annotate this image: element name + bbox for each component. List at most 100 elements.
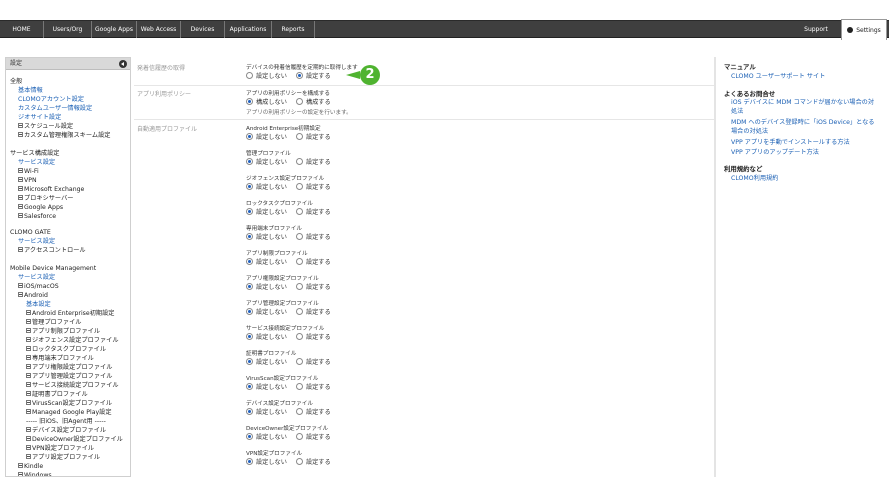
expand-toggle-icon[interactable] xyxy=(26,454,31,459)
expand-toggle-icon[interactable] xyxy=(26,400,31,405)
expand-toggle-icon[interactable] xyxy=(26,319,31,324)
expand-toggle-icon[interactable] xyxy=(18,292,23,297)
sidebar-item[interactable]: サービス設定 xyxy=(18,274,55,282)
expand-toggle-icon[interactable] xyxy=(26,355,31,360)
profile-radio-off[interactable] xyxy=(246,183,253,190)
sidebar-item[interactable]: カスタム管理権限スキーム設定 xyxy=(18,132,110,140)
sidebar-item[interactable]: Wi-Fi xyxy=(18,168,39,176)
policy-radio-off[interactable] xyxy=(246,98,253,105)
expand-toggle-icon[interactable] xyxy=(18,283,23,288)
expand-toggle-icon[interactable] xyxy=(18,472,23,476)
nav-users-org[interactable]: Users/Org xyxy=(44,21,92,38)
sidebar-item[interactable]: 専用端末プロファイル xyxy=(26,355,94,363)
profile-radio-on[interactable] xyxy=(295,233,303,240)
expand-toggle-icon[interactable] xyxy=(18,132,23,137)
profile-radio-off[interactable] xyxy=(246,458,253,465)
profile-radio-on[interactable] xyxy=(295,308,303,315)
expand-toggle-icon[interactable] xyxy=(18,177,23,182)
expand-toggle-icon[interactable] xyxy=(26,337,31,342)
sidebar-item[interactable]: Android Enterprise初期設定 xyxy=(26,310,114,318)
profile-radio-on[interactable] xyxy=(295,358,303,365)
sidebar-item[interactable]: CLOMOアカウント設定 xyxy=(18,96,84,104)
terms-link[interactable]: CLOMO利用規約 xyxy=(731,174,778,183)
faq-link-mdm-command-cont[interactable]: 処法 xyxy=(731,107,743,116)
faq-link-vpp-install[interactable]: VPP アプリを手動でインストールする方法 xyxy=(731,138,850,147)
expand-toggle-icon[interactable] xyxy=(26,310,31,315)
sidebar-item[interactable]: VPN xyxy=(18,177,37,185)
expand-toggle-icon[interactable] xyxy=(26,391,31,396)
expand-toggle-icon[interactable] xyxy=(26,427,31,432)
profile-radio-off[interactable] xyxy=(246,308,253,315)
nav-reports[interactable]: Reports xyxy=(272,21,315,38)
profile-radio-on[interactable] xyxy=(295,158,303,165)
profile-radio-off[interactable] xyxy=(246,133,253,140)
expand-toggle-icon[interactable] xyxy=(26,436,31,441)
nav-devices[interactable]: Devices xyxy=(181,21,225,38)
expand-toggle-icon[interactable] xyxy=(26,328,31,333)
sidebar-item[interactable]: iOS/macOS xyxy=(18,283,59,291)
sidebar-item[interactable]: VPN設定プロファイル xyxy=(26,445,94,453)
expand-toggle-icon[interactable] xyxy=(26,382,31,387)
faq-link-ios-device-cont[interactable]: 場合の対処法 xyxy=(731,127,768,136)
expand-toggle-icon[interactable] xyxy=(18,186,23,191)
profile-radio-on[interactable] xyxy=(295,208,303,215)
sidebar-item[interactable]: スケジュール設定 xyxy=(18,123,73,131)
sidebar-item[interactable]: カスタムユーザー情報設定 xyxy=(18,105,92,113)
sidebar-item[interactable]: Google Apps xyxy=(18,204,63,212)
sidebar-item[interactable]: DeviceOwner設定プロファイル xyxy=(26,436,123,444)
expand-toggle-icon[interactable] xyxy=(26,409,31,414)
profile-radio-on[interactable] xyxy=(295,408,303,415)
profile-radio-on[interactable] xyxy=(295,383,303,390)
profile-radio-on[interactable] xyxy=(295,283,303,290)
collapse-left-icon[interactable] xyxy=(119,60,127,68)
sidebar-item[interactable]: Managed Google Play設定 xyxy=(26,409,112,417)
expand-toggle-icon[interactable] xyxy=(18,213,23,218)
sidebar-item[interactable]: ----- 旧iOS、旧Agent用 ----- xyxy=(26,418,106,426)
sidebar-item[interactable]: Microsoft Exchange xyxy=(18,186,84,194)
manual-link[interactable]: CLOMO ユーザーサポート サイト xyxy=(731,72,825,81)
sidebar-item[interactable]: ジオサイト設定 xyxy=(18,114,61,122)
sidebar-item[interactable]: サービス設定 xyxy=(18,159,55,167)
expand-toggle-icon[interactable] xyxy=(26,373,31,378)
policy-radio-on[interactable] xyxy=(295,98,303,105)
profile-radio-on[interactable] xyxy=(295,133,303,140)
expand-toggle-icon[interactable] xyxy=(26,364,31,369)
expand-toggle-icon[interactable] xyxy=(18,123,23,128)
sidebar-item[interactable]: 証明書プロファイル xyxy=(26,391,88,399)
sidebar-item[interactable]: Windows xyxy=(18,472,52,476)
sidebar-item[interactable]: サービス設定 xyxy=(18,238,55,246)
faq-link-vpp-update[interactable]: VPP アプリのアップデート方法 xyxy=(731,148,819,157)
sidebar-item[interactable]: ジオフェンス設定プロファイル xyxy=(26,337,119,345)
expand-toggle-icon[interactable] xyxy=(18,204,23,209)
expand-toggle-icon[interactable] xyxy=(26,346,31,351)
profile-radio-off[interactable] xyxy=(246,283,253,290)
profile-radio-off[interactable] xyxy=(246,158,253,165)
sidebar-item[interactable]: アプリ権限設定プロファイル xyxy=(26,364,112,372)
sidebar-item[interactable]: サービス接続設定プロファイル xyxy=(26,382,119,390)
expand-toggle-icon[interactable] xyxy=(18,168,23,173)
nav-support[interactable]: Support xyxy=(795,21,837,38)
nav-home[interactable]: HOME xyxy=(0,21,44,38)
sidebar-item[interactable]: アプリ制限プロファイル xyxy=(26,328,100,336)
sidebar-item[interactable]: プロキシサーバー xyxy=(18,195,73,203)
sidebar-item[interactable]: 基本設定 xyxy=(26,301,51,309)
sidebar-item[interactable]: Kindle xyxy=(18,463,43,471)
profile-radio-off[interactable] xyxy=(246,258,253,265)
profile-radio-off[interactable] xyxy=(246,208,253,215)
profile-radio-off[interactable] xyxy=(246,433,253,440)
profile-radio-off[interactable] xyxy=(246,233,253,240)
sidebar-item[interactable]: VirusScan設定プロファイル xyxy=(26,400,112,408)
profile-radio-on[interactable] xyxy=(295,433,303,440)
sidebar-item[interactable]: アクセスコントロール xyxy=(18,247,86,255)
sidebar-item[interactable]: Salesforce xyxy=(18,213,56,221)
nav-web-access[interactable]: Web Access xyxy=(137,21,181,38)
nav-google-apps[interactable]: Google Apps xyxy=(92,21,137,38)
nav-settings-tab[interactable]: Settings xyxy=(841,19,887,40)
faq-link-mdm-command[interactable]: iOS デバイスに MDM コマンドが届かない場合の対 xyxy=(731,98,874,107)
sidebar-item[interactable]: アプリ管理設定プロファイル xyxy=(26,373,112,381)
expand-toggle-icon[interactable] xyxy=(18,247,23,252)
expand-toggle-icon[interactable] xyxy=(18,463,23,468)
profile-radio-off[interactable] xyxy=(246,383,253,390)
profile-radio-off[interactable] xyxy=(246,408,253,415)
sidebar-item[interactable]: Android xyxy=(18,292,48,300)
